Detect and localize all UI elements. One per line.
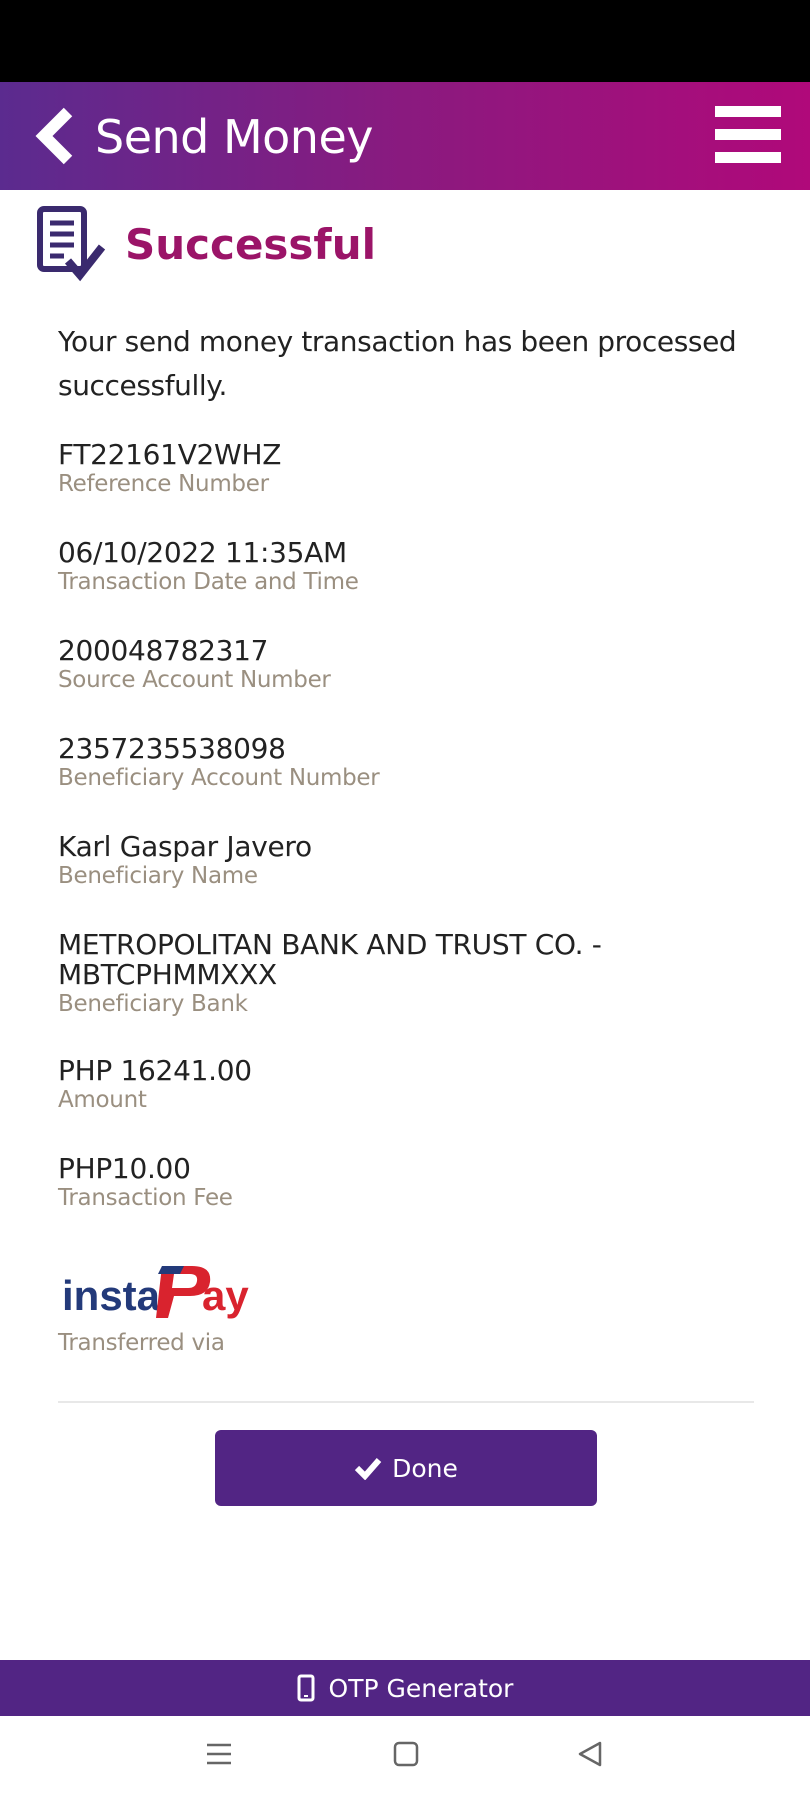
success-message: Your send money transaction has been pro… (58, 325, 737, 402)
menu-lines-icon (207, 1743, 231, 1765)
system-nav-bar (0, 1716, 810, 1800)
detail-beneficiary-account: 2357235538098 Beneficiary Account Number (58, 734, 758, 792)
logo-text-insta: insta (62, 1272, 161, 1319)
detail-beneficiary-name: Karl Gaspar Javero Beneficiary Name (58, 832, 758, 890)
square-icon (393, 1741, 419, 1767)
instapay-logo: insta ay (62, 1260, 282, 1324)
page-title: Send Money (95, 110, 374, 164)
detail-label: Reference Number (58, 471, 269, 497)
detail-label: Amount (58, 1087, 147, 1113)
detail-transaction-date: 06/10/2022 11:35AM Transaction Date and … (58, 538, 758, 596)
status-bar (0, 0, 810, 82)
detail-label: Beneficiary Bank (58, 991, 248, 1017)
detail-label: Source Account Number (58, 667, 331, 693)
success-header: Successful (36, 204, 376, 284)
triangle-back-icon (578, 1741, 602, 1767)
app-header: Send Money (0, 82, 810, 190)
detail-beneficiary-bank: METROPOLITAN BANK AND TRUST CO. - MBTCPH… (58, 930, 758, 1018)
chevron-left-icon (35, 107, 73, 165)
detail-amount: PHP 16241.00 Amount (58, 1056, 758, 1114)
otp-generator-label: OTP Generator (328, 1673, 514, 1703)
phone-icon (297, 1674, 315, 1702)
success-title: Successful (125, 219, 376, 269)
back-button[interactable] (34, 106, 82, 166)
detail-value: 200048782317 (58, 634, 269, 667)
transferred-via-label: Transferred via (58, 1330, 225, 1356)
detail-value: 06/10/2022 11:35AM (58, 536, 347, 569)
detail-reference-number: FT22161V2WHZ Reference Number (58, 440, 758, 498)
back-nav-button[interactable] (576, 1740, 604, 1773)
detail-value: FT22161V2WHZ (58, 438, 282, 471)
detail-value: METROPOLITAN BANK AND TRUST CO. - MBTCPH… (58, 928, 602, 991)
detail-label: Transaction Date and Time (58, 569, 359, 595)
otp-generator-button[interactable]: OTP Generator (0, 1660, 810, 1716)
logo-text-pay: ay (202, 1272, 249, 1319)
detail-transaction-fee: PHP10.00 Transaction Fee (58, 1154, 758, 1212)
done-button[interactable]: Done (215, 1430, 597, 1506)
menu-button[interactable] (715, 106, 783, 164)
detail-value: 2357235538098 (58, 732, 286, 765)
detail-value: PHP10.00 (58, 1152, 191, 1185)
detail-label: Beneficiary Name (58, 863, 258, 889)
home-button[interactable] (392, 1740, 420, 1773)
checkmark-icon (354, 1458, 382, 1480)
detail-label: Beneficiary Account Number (58, 765, 380, 791)
detail-label: Transaction Fee (58, 1185, 233, 1211)
document-check-icon (37, 206, 106, 282)
detail-value: PHP 16241.00 (58, 1054, 252, 1087)
divider (58, 1401, 754, 1403)
detail-source-account: 200048782317 Source Account Number (58, 636, 758, 694)
done-button-label: Done (392, 1453, 458, 1483)
hamburger-menu-icon (715, 106, 781, 117)
recent-apps-button[interactable] (205, 1740, 233, 1773)
detail-value: Karl Gaspar Javero (58, 830, 312, 863)
